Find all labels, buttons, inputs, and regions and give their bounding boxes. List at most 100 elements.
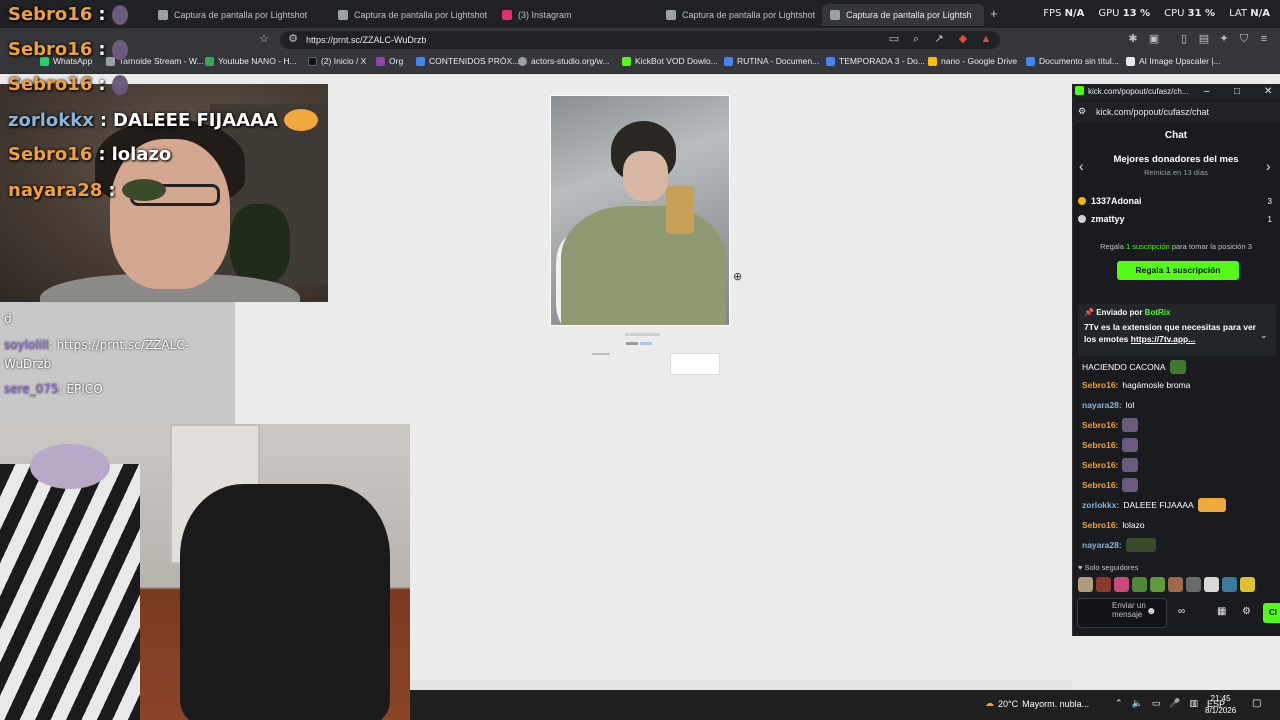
bookmark-item[interactable]: Documento sin títul...	[1026, 56, 1119, 66]
screenshot-icon[interactable]: ▣	[1148, 33, 1160, 45]
browser-tab[interactable]: Captura de pantalla por Lightshot	[658, 4, 818, 26]
bookmark-item[interactable]: AI Image Upscaler |...	[1126, 56, 1221, 66]
share-icon[interactable]: ↗	[933, 33, 945, 45]
rewards-icon[interactable]: ▲	[980, 33, 992, 45]
kick-url-bar[interactable]: kick.com/popout/cufasz/chat	[1072, 102, 1280, 122]
docs-icon	[416, 56, 425, 66]
cast-icon[interactable]: ▭	[888, 33, 900, 45]
emote-icon	[111, 74, 128, 95]
chat-message: zorlokkx: DALEEE FIJAAAA	[1082, 498, 1226, 512]
send-chat-button[interactable]: Cl	[1263, 603, 1280, 623]
emote-icon[interactable]	[1168, 577, 1183, 592]
browser-tab-active[interactable]: Captura de pantalla por Lightsh✕	[822, 4, 984, 26]
bookmark-item[interactable]: Org	[376, 56, 403, 66]
chat-message: HACIENDO CACONA	[1082, 360, 1186, 374]
ad-card[interactable]	[670, 353, 720, 375]
upscaler-icon	[1126, 56, 1135, 66]
brave-shield-icon[interactable]: ◆	[957, 33, 969, 45]
volume-icon[interactable]: 🔈	[1132, 698, 1143, 709]
kick-window-titlebar: kick.com/popout/cufasz/ch...	[1072, 84, 1280, 100]
chat-message: Sebro16:	[1082, 418, 1139, 432]
medal-icon	[1078, 215, 1086, 223]
emote-icon	[111, 39, 128, 60]
image-button[interactable]	[626, 342, 638, 345]
bookmark-item[interactable]: CONTENIDOS PRÓX...	[416, 56, 519, 66]
donor-row[interactable]: zmattyy	[1078, 214, 1125, 224]
emote-picker-row	[1078, 577, 1255, 592]
overlay-chat-line: Sebro16:	[8, 74, 128, 95]
emote-icon[interactable]	[1132, 577, 1147, 592]
heart-icon: ♥	[1078, 563, 1083, 572]
bookmark-item[interactable]: TEMPORADA 3 - Do...	[826, 56, 925, 66]
medal-icon	[1078, 197, 1086, 205]
display-icon[interactable]: ▭	[1152, 698, 1161, 709]
weather-widget[interactable]: ☁ 20°C Mayorm. nubla...	[985, 698, 1089, 709]
zoom-icon[interactable]: ⌕	[910, 33, 922, 45]
emote-icon	[1122, 438, 1139, 452]
pinned-link[interactable]: https://7tv.app...	[1131, 334, 1196, 344]
mic-icon[interactable]: 🎤	[1169, 698, 1180, 709]
image-caption	[625, 333, 660, 336]
extensions-icon[interactable]: ✱	[1127, 33, 1139, 45]
emote-icon[interactable]	[1204, 577, 1219, 592]
overlay-chat-line: Sebro16:	[8, 4, 128, 25]
lightshot-favicon-icon	[338, 10, 348, 20]
network-icon[interactable]: ▥	[1190, 698, 1199, 709]
emote-icon[interactable]	[1240, 577, 1255, 592]
old-chat-overlay: d soylolill: https://prnt.sc/ZZALC- WuDr…	[0, 302, 235, 424]
sidebar-icon[interactable]: ▯	[1178, 33, 1190, 45]
docs-icon	[1026, 56, 1035, 66]
bookmark-item[interactable]: KickBot VOD Dowlo...	[622, 56, 718, 66]
emote-icon[interactable]	[1078, 577, 1093, 592]
emote-icon	[1122, 418, 1139, 432]
browser-tab[interactable]: (3) Instagram	[494, 4, 654, 26]
drive-icon	[928, 56, 937, 66]
chat-message: Sebro16:	[1082, 478, 1139, 492]
emote-icon[interactable]	[1114, 577, 1129, 592]
screenshot-image[interactable]	[550, 95, 730, 326]
menu-icon[interactable]: ≡	[1258, 33, 1270, 45]
vpn-icon[interactable]: ⛉	[1238, 33, 1250, 45]
settings-gear-icon[interactable]: ⚙	[1242, 606, 1251, 617]
pin-icon: 📌	[1084, 308, 1094, 317]
bookmark-item[interactable]: actors-studio.org/w...	[518, 56, 609, 66]
store-icon[interactable]: ▦	[1217, 606, 1226, 617]
emote-icon[interactable]	[1096, 577, 1111, 592]
overlay-chat-line: Sebro16:	[8, 39, 128, 60]
emoji-icon[interactable]: ☻	[1146, 606, 1157, 617]
donor-row[interactable]: 1337Adonai	[1078, 196, 1142, 206]
overlay-chat-line: zorlokkx: DALEEE FIJAAAA	[8, 109, 318, 131]
emote-icon[interactable]	[1222, 577, 1237, 592]
new-tab-button[interactable]: +	[990, 6, 998, 21]
emote-icon[interactable]	[1150, 577, 1165, 592]
maximize-icon[interactable]: □	[1234, 86, 1240, 97]
frog-emote-icon	[1125, 538, 1156, 552]
emote-icon	[1169, 360, 1186, 374]
lightshot-favicon-icon	[830, 10, 840, 20]
show-hidden-icons-chevron-icon[interactable]: ⌃	[1115, 698, 1123, 709]
chat-header: Chat	[1164, 130, 1188, 141]
close-window-icon[interactable]: ✕	[1264, 86, 1272, 97]
taskbar-clock[interactable]: 21:45 8/1/2026	[1205, 693, 1236, 717]
chat-options-icon[interactable]: ∞	[1178, 606, 1185, 617]
browser-tab[interactable]: Captura de pantalla por Lightshot	[330, 4, 490, 26]
org-icon	[376, 56, 385, 66]
instagram-favicon-icon	[502, 10, 512, 20]
image-button[interactable]	[640, 342, 652, 345]
bookmark-item[interactable]: nano - Google Drive	[928, 56, 1017, 66]
minimize-icon[interactable]: –	[1204, 86, 1210, 97]
wallet-icon[interactable]: ▤	[1198, 33, 1210, 45]
top-donors-title: Mejores donadores del mes	[1113, 154, 1239, 165]
docs-icon	[826, 56, 835, 66]
notifications-icon[interactable]: ▢	[1252, 698, 1261, 709]
bookmark-item[interactable]: RUTINA - Documen...	[724, 56, 819, 66]
leo-icon[interactable]: ✦	[1218, 33, 1230, 45]
emote-icon[interactable]	[1186, 577, 1201, 592]
emote-icon	[111, 4, 128, 25]
emote-icon	[1122, 458, 1139, 472]
kick-logo-icon	[1075, 86, 1084, 95]
gift-subscription-button[interactable]: Regala 1 suscripción	[1117, 261, 1239, 280]
expand-chevron-icon[interactable]: ⌄	[1260, 330, 1268, 341]
donor-count: 1	[1267, 215, 1272, 224]
site-settings-icon[interactable]: ⚙	[1078, 106, 1086, 117]
